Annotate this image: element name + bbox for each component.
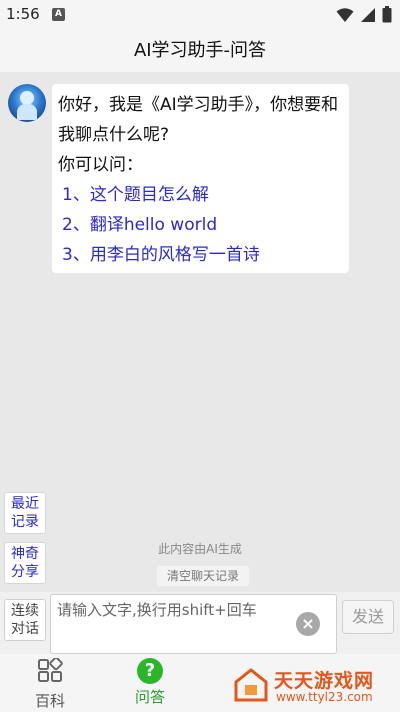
recent-records-label: 记录: [11, 514, 39, 530]
nav-tab-wenda[interactable]: ? 问答: [120, 658, 180, 707]
watermark-logo-icon: [234, 668, 268, 702]
status-bar: 1:56 A: [0, 0, 400, 30]
question-icon: ?: [137, 658, 163, 684]
input-bar: 连续 对话 × 发送: [0, 592, 400, 654]
watermark-url: www.ttyl23.com: [276, 690, 373, 704]
status-icons: [336, 6, 392, 23]
suggestion-link[interactable]: 3、用李白的风格写一首诗: [58, 240, 343, 270]
recent-records-label: 最近: [11, 496, 39, 512]
page-title: AI学习助手-问答: [133, 40, 267, 61]
signal-icon: [361, 7, 375, 22]
assistant-message-bubble: 你好，我是《AI学习助手》，你想要和我聊点什么呢? 你可以问： 1、这个题目怎么…: [52, 84, 349, 273]
prompt-text: 你可以问：: [58, 155, 143, 175]
nav-baike-label: 百科: [34, 692, 65, 710]
clear-input-icon[interactable]: ×: [296, 612, 320, 636]
greeting-text: 你好，我是《AI学习助手》，你想要和我聊点什么呢?: [58, 95, 339, 145]
grid-apps-icon: [38, 656, 63, 682]
robot-head-icon: [20, 91, 34, 105]
battery-icon: [382, 6, 392, 23]
message-input[interactable]: [50, 594, 337, 654]
continuous-dialog-button[interactable]: 连续 对话: [4, 599, 46, 641]
suggestion-link[interactable]: 1、这个题目怎么解: [58, 180, 343, 210]
watermark-title: 天天游戏网: [274, 670, 375, 692]
chat-area[interactable]: 你好，我是《AI学习助手》，你想要和我聊点什么呢? 你可以问： 1、这个题目怎么…: [0, 72, 400, 592]
send-button[interactable]: 发送: [342, 600, 394, 634]
suggestion-link[interactable]: 2、翻译hello world: [58, 210, 343, 240]
clear-chat-button[interactable]: 清空聊天记录: [157, 566, 249, 586]
continuous-dialog-label: 连续: [11, 603, 39, 619]
notification-icon: A: [52, 8, 65, 21]
nav-tab-baike[interactable]: 百科: [20, 656, 80, 711]
magic-share-label: 分享: [11, 564, 39, 580]
site-watermark: 天天游戏网 www.ttyl23.com: [230, 664, 398, 708]
continuous-dialog-label: 对话: [11, 621, 39, 637]
assistant-avatar: [8, 84, 46, 122]
recent-records-button[interactable]: 最近 记录: [4, 492, 46, 534]
app-header: AI学习助手-问答: [0, 30, 400, 72]
nav-wenda-label: 问答: [134, 688, 165, 706]
wifi-icon: [336, 7, 354, 22]
status-time: 1:56: [6, 5, 40, 23]
robot-body-icon: [17, 104, 37, 120]
ai-generated-note: 此内容由AI生成: [158, 542, 242, 556]
